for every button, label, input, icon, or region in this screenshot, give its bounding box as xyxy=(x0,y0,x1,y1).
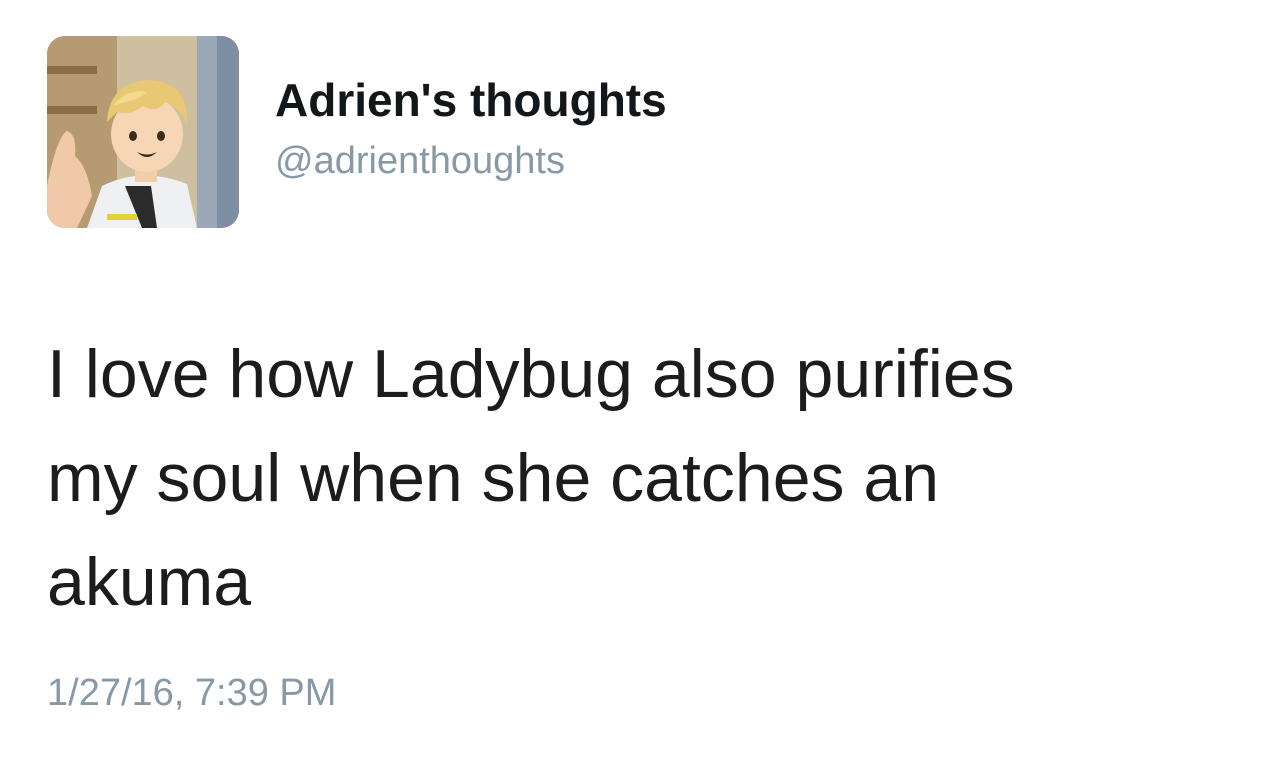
tweet-text-line: I love how Ladybug also purifies xyxy=(47,336,1015,412)
tweet-text: I love how Ladybug also purifies my soul… xyxy=(47,322,1197,634)
avatar-image xyxy=(47,36,239,228)
timestamp[interactable]: 1/27/16, 7:39 PM xyxy=(47,670,336,716)
tweet-card: Adrien's thoughts @adrienthoughts I love… xyxy=(0,0,1280,768)
tweet-text-line: akuma xyxy=(47,544,252,620)
avatar[interactable] xyxy=(47,36,239,228)
tweet-text-line: my soul when she catches an xyxy=(47,440,940,516)
display-name[interactable]: Adrien's thoughts xyxy=(275,74,667,126)
user-handle[interactable]: @adrienthoughts xyxy=(275,138,565,184)
